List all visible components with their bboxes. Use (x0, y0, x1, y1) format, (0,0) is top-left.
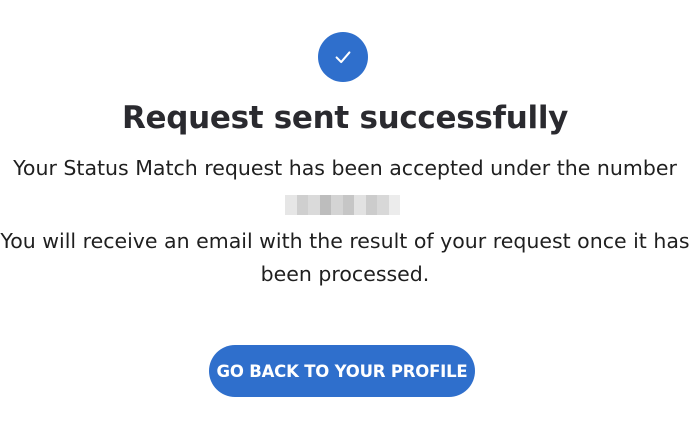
success-page: Request sent successfully Your Status Ma… (0, 0, 690, 425)
redacted-pixel (365, 195, 377, 215)
redacted-pixel (331, 195, 343, 215)
redacted-pixel (285, 195, 297, 215)
redacted-pixel (319, 195, 331, 215)
redacted-pixel (377, 195, 389, 215)
success-badge (318, 32, 368, 82)
redacted-pixel (296, 195, 308, 215)
redacted-pixel (308, 195, 320, 215)
redacted-pixel (388, 195, 400, 215)
email-notice-line-1: You will receive an email with the resul… (0, 229, 690, 253)
accepted-message: Your Status Match request has been accep… (13, 156, 677, 180)
redacted-request-number (285, 195, 400, 215)
page-title: Request sent successfully (121, 100, 569, 136)
checkmark-icon (335, 51, 351, 64)
email-notice-line-2: been processed. (260, 262, 430, 286)
go-back-to-profile-button[interactable]: GO BACK TO YOUR PROFILE (209, 345, 475, 397)
redacted-pixel (354, 195, 366, 215)
redacted-pixel (342, 195, 354, 215)
